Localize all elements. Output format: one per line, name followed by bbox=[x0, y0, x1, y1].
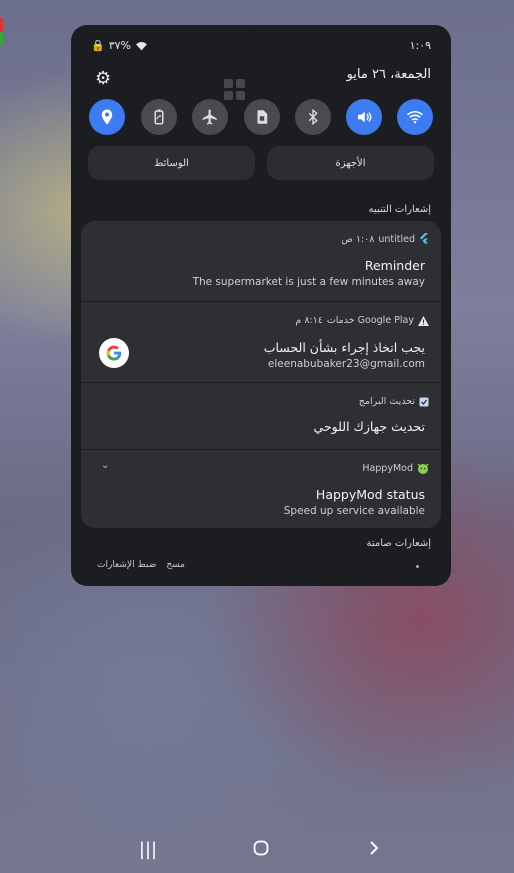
airplane-toggle[interactable] bbox=[192, 99, 228, 135]
notification-body: eleenabubaker23@gmail.com bbox=[267, 358, 425, 370]
notification-title: HappyMod status bbox=[315, 487, 425, 502]
gear-icon[interactable]: ⚙ bbox=[95, 69, 115, 89]
edge-strip bbox=[0, 32, 3, 46]
battery-saver-icon bbox=[154, 109, 164, 125]
notification-time: ١:٠٨ ص bbox=[341, 233, 375, 245]
silent-section-label: إشعارات صامتة bbox=[366, 538, 431, 549]
notification-body: Speed up service available bbox=[283, 505, 425, 517]
notification-title: Reminder bbox=[364, 258, 425, 273]
location-icon bbox=[101, 109, 113, 125]
bluetooth-toggle[interactable] bbox=[295, 99, 331, 135]
chevron-right-icon bbox=[370, 841, 379, 855]
navigation-bar: ||| bbox=[0, 826, 514, 873]
battery-percent: ٣٧% bbox=[108, 39, 131, 52]
clock: ١:٠٩ bbox=[409, 39, 431, 52]
media-row: الوسائط الأجهزة bbox=[88, 146, 435, 180]
notification-header: HappyMod bbox=[362, 463, 429, 474]
notification-title: يجب اتخاذ إجراء بشأن الحساب bbox=[263, 340, 425, 355]
recent-apps-button[interactable]: ||| bbox=[138, 840, 158, 860]
flutter-icon bbox=[420, 233, 428, 244]
alerts-section-label: إشعارات التنبيه bbox=[368, 204, 432, 215]
speaker-icon bbox=[358, 111, 372, 123]
notification-app-name: تحديث البرامج bbox=[358, 396, 415, 407]
status-bar: 🔒 ٣٧% ١:٠٩ bbox=[91, 39, 431, 55]
happymod-icon bbox=[417, 463, 429, 474]
sound-toggle[interactable] bbox=[346, 99, 382, 135]
system-update-icon bbox=[419, 397, 429, 406]
notification-list: ١:٠٨ ص untitled Reminder The supermarket… bbox=[81, 221, 441, 528]
notification-app-name: untitled bbox=[378, 233, 415, 245]
notification-header: ٨:١٤ م خدمات Google Play bbox=[295, 315, 429, 326]
power-saving-toggle[interactable] bbox=[141, 99, 177, 135]
notification-title: تحديث جهازك اللوحي bbox=[313, 419, 425, 434]
clear-button[interactable]: مسح bbox=[166, 560, 185, 570]
home-button[interactable] bbox=[251, 840, 271, 860]
airplane-icon bbox=[202, 109, 217, 125]
wifi-status-icon bbox=[136, 41, 147, 50]
notification-actions: مسح ضبط الإشعارات bbox=[97, 560, 185, 570]
back-button[interactable] bbox=[364, 840, 384, 860]
edge-strip bbox=[0, 18, 3, 32]
home-icon bbox=[253, 840, 269, 856]
quick-toggles bbox=[87, 99, 437, 135]
devices-button[interactable]: الأجهزة bbox=[267, 146, 434, 180]
lock-icon: 🔒 bbox=[91, 39, 105, 52]
media-button[interactable]: الوسائط bbox=[88, 146, 255, 180]
bluetooth-icon bbox=[308, 108, 318, 126]
notification-app-name: HappyMod bbox=[362, 463, 413, 474]
wifi-icon bbox=[407, 111, 423, 124]
sim-toggle[interactable] bbox=[244, 99, 280, 135]
notification-header: ١:٠٨ ص untitled bbox=[341, 233, 429, 245]
notification-item[interactable]: HappyMod ⌄ HappyMod status Speed up serv… bbox=[81, 450, 441, 528]
grid-handle-icon bbox=[224, 79, 246, 101]
google-icon bbox=[99, 338, 129, 368]
notification-item[interactable]: ١:٠٨ ص untitled Reminder The supermarket… bbox=[81, 221, 441, 301]
date-label: الجمعة، ٢٦ مايو bbox=[346, 67, 431, 82]
warning-icon bbox=[418, 315, 429, 326]
notification-item[interactable]: ٨:١٤ م خدمات Google Play يجب اتخاذ إجراء… bbox=[81, 302, 441, 382]
notification-item[interactable]: تحديث البرامج تحديث جهازك اللوحي bbox=[81, 383, 441, 449]
chevron-down-icon[interactable]: ⌄ bbox=[101, 460, 109, 471]
silent-dot bbox=[416, 565, 419, 568]
notification-time: ٨:١٤ م bbox=[295, 315, 323, 326]
wifi-toggle[interactable] bbox=[397, 99, 433, 135]
notification-panel: 🔒 ٣٧% ١:٠٩ ⚙ الجمعة، ٢٦ مايو الوسائط الأ… bbox=[71, 25, 451, 586]
location-toggle[interactable] bbox=[89, 99, 125, 135]
notification-body: The supermarket is just a few minutes aw… bbox=[192, 276, 425, 288]
sim-card-icon bbox=[257, 110, 268, 124]
notification-app-name: خدمات Google Play bbox=[326, 315, 414, 326]
notification-header: تحديث البرامج bbox=[359, 396, 429, 407]
notification-settings-button[interactable]: ضبط الإشعارات bbox=[97, 560, 156, 570]
